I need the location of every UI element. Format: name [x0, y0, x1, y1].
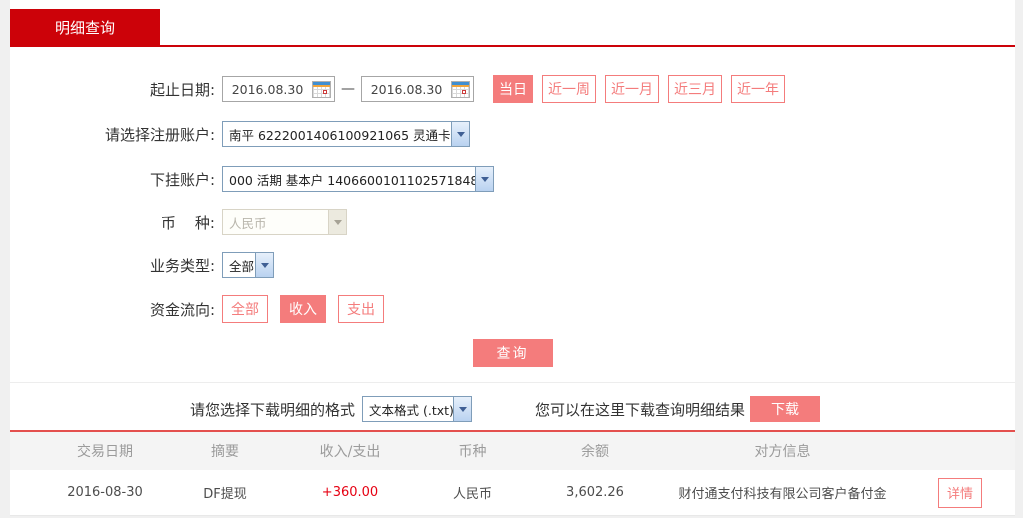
- header-trade-date: 交易日期: [45, 441, 165, 461]
- flow-all-button[interactable]: 全部: [222, 295, 268, 323]
- header-counterparty: 对方信息: [660, 441, 905, 461]
- calendar-icon[interactable]: [451, 81, 470, 98]
- chevron-down-icon[interactable]: [453, 397, 471, 421]
- date-range-label: 起止日期:: [10, 79, 215, 100]
- chevron-down-icon[interactable]: [451, 122, 469, 146]
- header-summary: 摘要: [165, 441, 285, 461]
- header-currency: 币种: [415, 441, 530, 461]
- currency-row: 币 种: 人民币: [10, 209, 1015, 235]
- date-range-row: 起止日期: 2016.08.30 — 2016.08.30 当日 近一周 近一月…: [10, 75, 1015, 103]
- flow-income-button[interactable]: 收入: [280, 295, 326, 323]
- cell-trade-date: 2016-08-30: [45, 485, 165, 500]
- sub-account-row: 下挂账户: 000 活期 基本户 1406600101102571848: [10, 166, 1015, 192]
- currency-label: 币 种:: [10, 212, 215, 233]
- cell-balance: 3,602.26: [530, 485, 660, 500]
- register-account-label: 请选择注册账户:: [10, 124, 215, 145]
- calendar-icon[interactable]: [312, 81, 331, 98]
- cell-counterparty: 财付通支付科技有限公司客户备付金: [660, 483, 905, 502]
- tab-bar: 明细查询: [10, 0, 1015, 47]
- query-button[interactable]: 查询: [473, 339, 553, 367]
- currency-select: 人民币: [222, 209, 347, 235]
- fund-flow-label: 资金流向:: [10, 299, 215, 320]
- header-balance: 余额: [530, 441, 660, 461]
- cell-currency: 人民币: [415, 483, 530, 502]
- cell-amount: +360.00: [285, 485, 415, 500]
- biz-type-value: 全部: [223, 256, 255, 275]
- currency-value: 人民币: [223, 213, 328, 232]
- results-table: 交易日期 摘要 收入/支出 币种 余额 对方信息 2016-08-30 DF提现…: [10, 430, 1015, 516]
- register-account-value: 南平 6222001406100921065 灵通卡: [223, 125, 451, 144]
- sub-account-label: 下挂账户:: [10, 169, 215, 190]
- download-button[interactable]: 下载: [750, 396, 820, 422]
- register-account-select[interactable]: 南平 6222001406100921065 灵通卡: [222, 121, 470, 147]
- register-account-row: 请选择注册账户: 南平 6222001406100921065 灵通卡: [10, 121, 1015, 147]
- flow-expense-button[interactable]: 支出: [338, 295, 384, 323]
- download-section: 请您选择下载明细的格式 文本格式 (.txt) 您可以在这里下载查询明细结果 下…: [10, 382, 1015, 422]
- chevron-down-icon[interactable]: [255, 253, 273, 277]
- date-separator: —: [341, 81, 355, 97]
- quick-range-year-button[interactable]: 近一年: [731, 75, 785, 103]
- date-from-input[interactable]: 2016.08.30: [222, 76, 335, 102]
- quick-range-week-button[interactable]: 近一周: [542, 75, 596, 103]
- sub-account-value: 000 活期 基本户 1406600101102571848: [223, 170, 475, 189]
- download-format-label: 请您选择下载明细的格式: [190, 399, 355, 420]
- date-from-value: 2016.08.30: [223, 82, 312, 97]
- quick-range-month-button[interactable]: 近一月: [605, 75, 659, 103]
- sub-account-select[interactable]: 000 活期 基本户 1406600101102571848: [222, 166, 494, 192]
- table-header-row: 交易日期 摘要 收入/支出 币种 余额 对方信息: [10, 432, 1015, 470]
- download-hint-text: 您可以在这里下载查询明细结果: [535, 399, 745, 420]
- chevron-down-icon: [328, 210, 346, 234]
- chevron-down-icon[interactable]: [475, 167, 493, 191]
- tab-detail-query[interactable]: 明细查询: [10, 9, 160, 45]
- query-form: 起止日期: 2016.08.30 — 2016.08.30 当日 近一周 近一月…: [10, 47, 1015, 367]
- fund-flow-row: 资金流向: 全部 收入 支出: [10, 295, 1015, 323]
- cell-summary: DF提现: [165, 483, 285, 502]
- date-to-value: 2016.08.30: [362, 82, 451, 97]
- quick-range-3month-button[interactable]: 近三月: [668, 75, 722, 103]
- date-to-input[interactable]: 2016.08.30: [361, 76, 474, 102]
- quick-range-today-button[interactable]: 当日: [493, 75, 533, 103]
- biz-type-select[interactable]: 全部: [222, 252, 274, 278]
- biz-type-label: 业务类型:: [10, 255, 215, 276]
- biz-type-row: 业务类型: 全部: [10, 252, 1015, 278]
- main-panel: 明细查询 起止日期: 2016.08.30 — 2016.08.30 当日 近一…: [10, 0, 1015, 516]
- download-format-value: 文本格式 (.txt): [363, 400, 453, 419]
- detail-button[interactable]: 详情: [938, 478, 982, 508]
- table-row: 2016-08-30 DF提现 +360.00 人民币 3,602.26 财付通…: [10, 470, 1015, 516]
- download-format-select[interactable]: 文本格式 (.txt): [362, 396, 472, 422]
- header-in-out: 收入/支出: [285, 441, 415, 461]
